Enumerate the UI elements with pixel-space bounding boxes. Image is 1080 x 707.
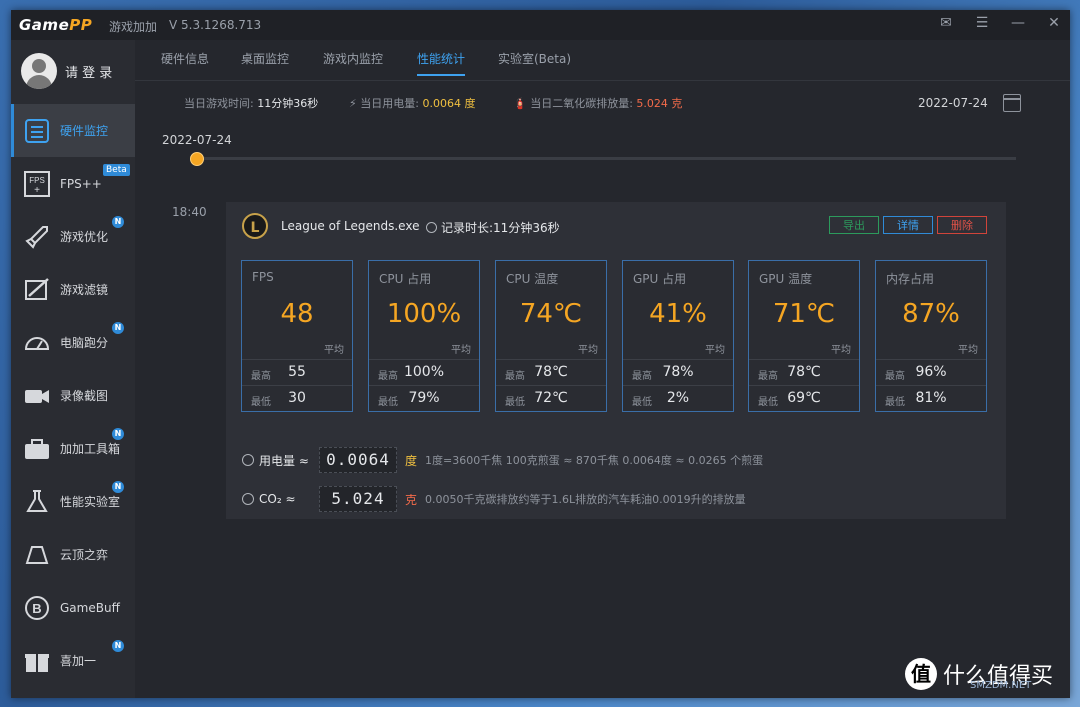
version-label: V 5.3.1268.713 [169,18,262,32]
toolbox-icon [23,435,51,463]
avatar [21,53,57,89]
co2-display: 5.024 [319,486,397,512]
tab-lab-beta[interactable]: 实验室(Beta) [498,50,571,67]
sidebar-item-fps[interactable]: FPS + FPS++ Beta [11,157,135,210]
tab-bar: 硬件信息 桌面监控 游戏内监控 性能统计 实验室(Beta) [135,40,1070,81]
watermark-logo: 值 [905,658,937,690]
sidebar-item-label: 喜加一 [60,654,97,668]
product-name: 游戏加加 [109,20,158,34]
minimize-icon[interactable]: — [1010,15,1026,31]
export-button[interactable]: 导出 [829,216,879,234]
sidebar-item-xijiayi[interactable]: 喜加一 N [11,634,135,687]
mail-icon[interactable]: ✉ [938,15,954,31]
hardware-monitor-icon [23,117,51,145]
sidebar-item-label: 性能实验室 [60,495,121,509]
svg-text:+: + [34,185,40,196]
co2-icon [242,493,254,505]
detail-button[interactable]: 详情 [883,216,933,234]
gamebuff-icon: B [23,594,51,622]
svg-text:B: B [32,601,41,616]
sidebar-item-label: GameBuff [60,600,120,615]
calendar-icon[interactable] [1003,94,1021,112]
session-time: 18:40 [172,205,207,219]
new-badge: N [112,322,124,334]
sidebar-item-game-filter[interactable]: 游戏滤镜 [11,263,135,316]
speedometer-icon [23,329,51,357]
sidebar-item-label: 游戏优化 [60,230,109,244]
new-badge: N [112,216,124,228]
power-icon [242,454,254,466]
daily-game-time: 当日游戏时间: 11分钟36秒 [184,97,319,110]
record-duration: 记录时长:11分钟36秒 [426,219,560,236]
gift-icon [23,647,51,675]
filter-icon [23,276,51,304]
lab-flask-icon [23,488,51,516]
sidebar-item-record[interactable]: 录像截图 [11,369,135,422]
co2-icon: 🧯 [513,97,527,110]
tab-ingame-monitor[interactable]: 游戏内监控 [323,50,383,67]
titlebar: GamePP 游戏加加 V 5.3.1268.713 ✉ ☰ — ✕ [11,10,1070,40]
tab-performance-stats[interactable]: 性能统计 [417,50,466,76]
sidebar-item-hardware-monitor[interactable]: 硬件监控 [11,104,135,157]
lol-logo-icon: L [242,213,268,239]
sidebar-item-tft[interactable]: 云顶之弈 [11,528,135,581]
sidebar-item-label: 录像截图 [60,389,109,403]
rocket-icon [23,223,51,251]
sidebar-item-label: 加加工具箱 [60,442,121,456]
clock-icon [426,222,437,233]
delete-button[interactable]: 删除 [937,216,987,234]
metric-gpu-usage: GPU 占用 41% 平均 最高 78% 最低 2% [622,260,734,412]
new-badge: N [112,481,124,493]
sidebar-item-benchmark[interactable]: 电脑跑分 N [11,316,135,369]
game-name: League of Legends.exe [281,219,420,233]
app-window: GamePP 游戏加加 V 5.3.1268.713 ✉ ☰ — ✕ 请 登 录… [11,10,1070,698]
fps-icon: FPS + [23,170,51,198]
power-row: 用电量 ≈ 0.0064 度 1度=3600千焦 100克煎蛋 ≈ 870千焦 … [242,447,763,473]
metric-fps: FPS 48 平均 最高 55 最低 30 [241,260,353,412]
login-label: 请 登 录 [65,65,113,81]
sidebar-item-label: 游戏滤镜 [60,283,109,297]
sidebar-item-gamebuff[interactable]: B GameBuff [11,581,135,634]
metric-gpu-temp: GPU 温度 71℃ 平均 最高 78℃ 最低 69℃ [748,260,860,412]
sidebar-item-label: FPS++ [60,176,102,191]
settings-icon[interactable]: ☰ [974,15,990,31]
app-logo: GamePP [19,16,93,34]
sidebar-item-toolbox[interactable]: 加加工具箱 N [11,422,135,475]
beta-badge: Beta [103,164,130,176]
watermark-sub: SMZDM.NET [970,680,1032,691]
new-badge: N [112,428,124,440]
video-camera-icon [23,382,51,410]
close-icon[interactable]: ✕ [1046,15,1062,31]
timeline-marker[interactable] [190,152,204,166]
power-icon: ⚡ [349,97,357,110]
selected-date: 2022-07-24 [918,96,988,110]
timeline-date: 2022-07-24 [162,133,232,147]
co2-row: CO₂ ≈ 5.024 克 0.0050千克碳排放约等于1.6L排放的汽车耗油0… [242,486,746,512]
sidebar-item-label: 硬件监控 [60,124,109,138]
sidebar: 请 登 录 硬件监控 FPS + FPS++ Beta 游戏优化 N 游戏滤镜 … [11,40,135,698]
tft-icon [23,541,51,569]
power-note: 1度=3600千焦 100克煎蛋 ≈ 870千焦 0.0064度 ≈ 0.026… [425,454,764,467]
power-display: 0.0064 [319,447,397,473]
metric-memory-usage: 内存占用 87% 平均 最高 96% 最低 81% [875,260,987,412]
daily-power: ⚡ 当日用电量: 0.0064 度 [349,97,476,110]
co2-note: 0.0050千克碳排放约等于1.6L排放的汽车耗油0.0019升的排放量 [425,493,746,506]
svg-text:FPS: FPS [29,176,45,185]
new-badge: N [112,640,124,652]
sidebar-item-label: 云顶之弈 [60,548,109,562]
tab-desktop-monitor[interactable]: 桌面监控 [241,50,289,67]
session-card: L League of Legends.exe 记录时长:11分钟36秒 导出 … [226,202,1006,519]
tab-hardware-info[interactable]: 硬件信息 [161,50,209,67]
metric-cpu-temp: CPU 温度 74℃ 平均 最高 78℃ 最低 72℃ [495,260,607,412]
daily-co2: 🧯 当日二氧化碳排放量: 5.024 克 [513,97,683,110]
sidebar-item-lab[interactable]: 性能实验室 N [11,475,135,528]
login-button[interactable]: 请 登 录 [21,51,112,91]
sidebar-item-game-optimize[interactable]: 游戏优化 N [11,210,135,263]
timeline-track [196,157,1016,160]
sidebar-item-label: 电脑跑分 [60,336,109,350]
metric-cpu-usage: CPU 占用 100% 平均 最高 100% 最低 79% [368,260,480,412]
